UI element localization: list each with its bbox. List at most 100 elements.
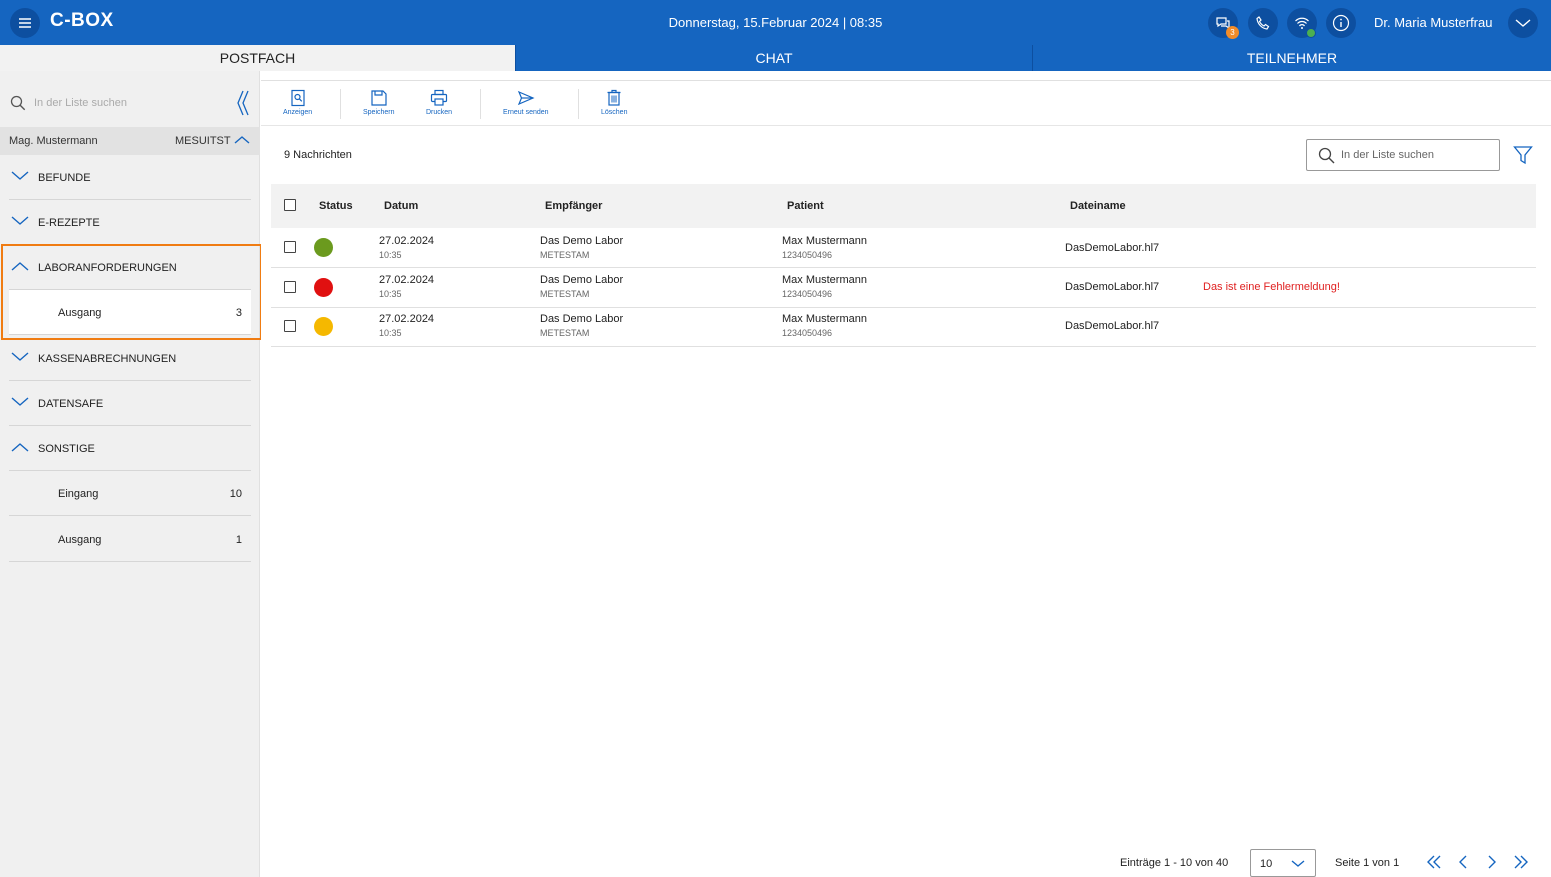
delete-button[interactable]: Löschen (601, 89, 627, 119)
user-name[interactable]: Dr. Maria Musterfrau (1374, 15, 1492, 30)
row-checkbox[interactable] (284, 241, 296, 253)
chevron-down-icon (1291, 859, 1305, 871)
sidebar-item-sonstige-ausgang[interactable]: Ausgang 1 (9, 517, 251, 562)
section-kassenabrechnungen[interactable]: KASSENABRECHNUNGEN (9, 336, 251, 381)
phone-icon (1256, 16, 1270, 30)
filename-cell: DasDemoLabor.hl7 (1065, 320, 1160, 332)
account-name: Mag. Mustermann (9, 135, 98, 147)
user-menu-button[interactable] (1508, 8, 1538, 38)
tab-chat[interactable]: CHAT (515, 45, 1032, 71)
recipient-text: Das Demo Labor (540, 274, 624, 286)
account-code: MESUITST (175, 135, 231, 147)
chat-notifications-button[interactable]: 3 (1208, 8, 1239, 39)
account-row[interactable]: Mag. Mustermann MESUITST (0, 127, 260, 155)
column-header-dateiname[interactable]: Dateiname (1070, 200, 1126, 212)
column-header-status[interactable]: Status (319, 200, 353, 212)
print-button[interactable]: Drucken (426, 89, 452, 119)
filter-button[interactable] (1513, 145, 1533, 170)
row-checkbox[interactable] (284, 281, 296, 293)
section-label: KASSENABRECHNUNGEN (38, 353, 177, 365)
trash-icon (607, 89, 621, 106)
section-befunde[interactable]: BEFUNDE (9, 155, 251, 200)
last-page-button[interactable] (1513, 854, 1529, 875)
info-button[interactable] (1326, 8, 1356, 38)
chat-badge: 3 (1226, 26, 1239, 39)
recipient-id: METESTAM (540, 328, 590, 338)
toolbar-divider (340, 89, 341, 119)
send-icon (517, 90, 535, 106)
date-cell: 27.02.2024 10:35 (379, 274, 434, 299)
patient-text: Max Mustermann (782, 274, 867, 286)
chevron-down-icon (11, 352, 29, 365)
filter-icon (1513, 146, 1533, 165)
sidebar-item-count: 1 (235, 534, 242, 546)
select-all-checkbox[interactable] (284, 199, 296, 211)
tab-teilnehmer[interactable]: TEILNEHMER (1032, 45, 1551, 71)
toolbar-divider (578, 89, 579, 119)
column-header-empfaenger[interactable]: Empfänger (545, 200, 602, 212)
first-page-button[interactable] (1426, 854, 1442, 875)
chevron-up-icon (11, 261, 29, 274)
toolbar: Anzeigen Speichern Drucken Erneut senden… (261, 81, 1551, 126)
recipient-id: METESTAM (540, 289, 590, 299)
patient-id: 1234050496 (782, 289, 833, 299)
next-page-button[interactable] (1486, 854, 1498, 875)
resend-button[interactable]: Erneut senden (503, 89, 549, 119)
chevron-up-icon (234, 135, 250, 148)
recipient-cell: Das Demo Labor METESTAM (540, 235, 623, 260)
recipient-cell: Das Demo Labor METESTAM (540, 313, 623, 338)
list-search-placeholder: In der Liste suchen (1341, 149, 1434, 161)
menu-button[interactable] (10, 8, 40, 38)
section-sonstige[interactable]: SONSTIGE (9, 426, 251, 471)
section-e-rezepte[interactable]: E-REZEPTE (9, 200, 251, 245)
column-header-datum[interactable]: Datum (384, 200, 418, 212)
connection-status-button[interactable] (1287, 8, 1317, 38)
chevron-left-icon (1459, 855, 1467, 869)
chevron-down-icon (1515, 19, 1531, 27)
sidebar-item-sonstige-eingang[interactable]: Eingang 10 (9, 471, 251, 516)
view-label: Anzeigen (283, 109, 313, 116)
patient-id: 1234050496 (782, 328, 833, 338)
table-row[interactable]: 27.02.2024 10:35 Das Demo Labor METESTAM M… (271, 307, 1536, 347)
sidebar-item-laboranforderungen-ausgang[interactable]: Ausgang 3 (9, 290, 251, 335)
chevron-down-icon (11, 397, 29, 410)
section-datensafe[interactable]: DATENSAFE (9, 381, 251, 426)
search-icon (1318, 147, 1335, 163)
view-icon (290, 89, 305, 107)
patient-text: Max Mustermann (782, 313, 867, 325)
filename-cell: DasDemoLabor.hl7 (1065, 281, 1160, 293)
patient-text: Max Mustermann (782, 235, 867, 247)
table-row[interactable]: 27.02.2024 10:35 Das Demo Labor METESTAM M… (271, 228, 1536, 268)
patient-id: 1234050496 (782, 250, 833, 260)
tab-postfach[interactable]: POSTFACH (0, 45, 515, 71)
date-text: 27.02.2024 (379, 313, 435, 325)
time-text: 10:35 (379, 328, 402, 338)
sidebar-search[interactable]: In der Liste suchen (10, 93, 240, 113)
table-row[interactable]: 27.02.2024 10:35 Das Demo Labor METESTAM M… (271, 268, 1536, 308)
toolbar-divider (480, 89, 481, 119)
previous-page-button[interactable] (1457, 854, 1469, 875)
chevron-down-icon (11, 216, 29, 229)
patient-cell: Max Mustermann 1234050496 (782, 235, 867, 260)
section-laboranforderungen[interactable]: LABORANFORDERUNGEN (9, 245, 251, 290)
phone-button[interactable] (1248, 8, 1278, 38)
save-button[interactable]: Speichern (363, 89, 395, 119)
column-header-patient[interactable]: Patient (787, 200, 824, 212)
sidebar-item-count: 10 (229, 488, 242, 500)
sidebar-search-placeholder: In der Liste suchen (34, 97, 127, 109)
search-icon (10, 95, 26, 111)
date-cell: 27.02.2024 10:35 (379, 313, 434, 338)
row-checkbox[interactable] (284, 320, 296, 332)
top-bar: C-BOX Donnerstag, 15.Februar 2024 | 08:3… (0, 0, 1551, 45)
date-text: 27.02.2024 (379, 235, 435, 247)
page-size-select[interactable]: 10 (1250, 849, 1316, 877)
save-icon (371, 90, 387, 106)
view-button[interactable]: Anzeigen (283, 89, 312, 119)
section-label: E-REZEPTE (38, 217, 100, 229)
collapse-sidebar-button[interactable] (236, 89, 250, 122)
table-header: Status Datum Empfänger Patient Dateiname (271, 184, 1536, 228)
list-search-input[interactable]: In der Liste suchen (1306, 139, 1500, 171)
recipient-cell: Das Demo Labor METESTAM (540, 274, 623, 299)
sidebar-item-label: Eingang (58, 488, 99, 500)
section-label: SONSTIGE (38, 443, 95, 455)
